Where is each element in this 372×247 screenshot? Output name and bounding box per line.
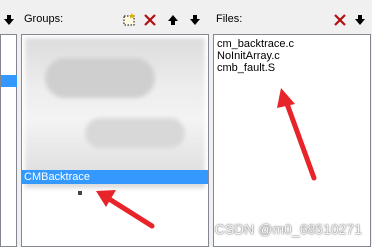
annotation-arrow-files bbox=[277, 88, 317, 181]
watermark: CSDN @m0_68510271 bbox=[214, 221, 362, 237]
annotation-arrows bbox=[96, 88, 317, 229]
annotation-arrow-groups bbox=[96, 190, 155, 229]
